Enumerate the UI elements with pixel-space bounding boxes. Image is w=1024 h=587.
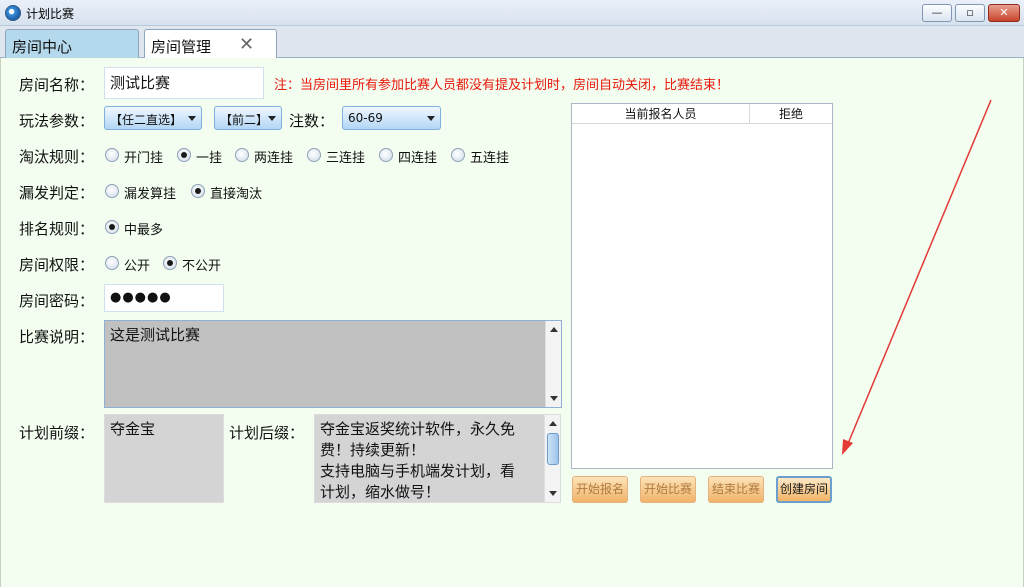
maximize-button[interactable]: ▫ xyxy=(955,4,985,22)
room-management-panel: 房间名称： 测试比赛 注：当房间里所有参加比赛人员都没有提及计划时，房间自动关闭… xyxy=(0,58,1024,587)
tab-room-management[interactable]: 房间管理 ✕ xyxy=(144,29,277,60)
tab-room-management-label: 房间管理 xyxy=(151,38,212,56)
title-bar: 计划比赛 — ▫ ✕ xyxy=(0,0,1024,26)
arrow-head-icon xyxy=(842,439,853,455)
window-title: 计划比赛 xyxy=(26,7,75,21)
tab-room-center[interactable]: 房间中心 xyxy=(5,29,139,59)
close-window-button[interactable]: ✕ xyxy=(988,4,1020,22)
app-icon xyxy=(5,5,21,21)
tab-room-center-label: 房间中心 xyxy=(12,38,73,56)
tab-close-icon[interactable]: ✕ xyxy=(239,34,254,55)
arrow-shaft xyxy=(846,99,992,447)
tab-strip: 房间中心 房间管理 ✕ xyxy=(0,26,1024,60)
minimize-button[interactable]: — xyxy=(922,4,952,22)
annotation-arrow xyxy=(842,99,992,455)
